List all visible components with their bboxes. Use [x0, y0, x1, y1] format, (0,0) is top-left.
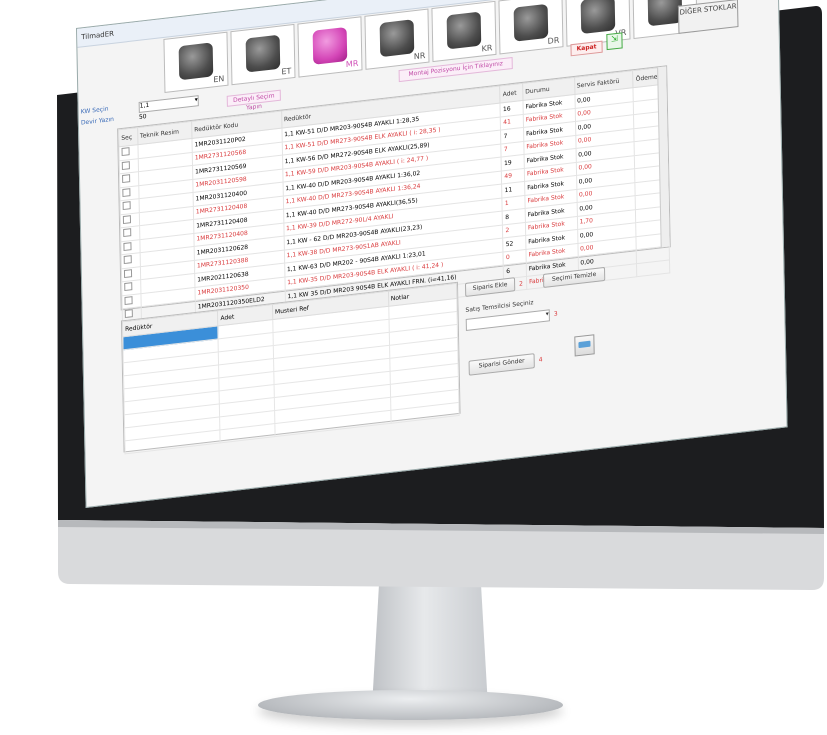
detail-select-button[interactable]: Detaylı Seçim Yapın — [226, 89, 281, 112]
chevron-down-icon: ▾ — [545, 310, 549, 318]
row-checkbox[interactable] — [122, 214, 132, 224]
row-checkbox[interactable] — [123, 255, 132, 265]
parallel-gearbox-icon — [513, 3, 549, 42]
app-window: TilmadER ENETMRNRKRDRVRPV DİĞER STOKLAR … — [76, 0, 788, 508]
order-panel: Siparis Ekle 2 Seçimi Temizle Satış Tems… — [464, 258, 668, 411]
other-stock-button[interactable]: DİĞER STOKLAR — [677, 0, 739, 34]
row-checkbox[interactable] — [122, 174, 131, 184]
product-code: ET — [281, 66, 292, 77]
row-checkbox[interactable] — [122, 201, 131, 211]
product-code: KR — [481, 43, 493, 54]
row-checkbox[interactable] — [123, 228, 132, 238]
product-tile-mr[interactable]: MR — [297, 16, 363, 78]
product-code: EN — [213, 74, 225, 85]
angle-gearbox-icon — [580, 0, 616, 35]
sales-rep-select[interactable]: ▾ — [465, 309, 550, 331]
close-button[interactable]: Kapat — [570, 40, 603, 57]
worm-gearbox-icon — [178, 42, 214, 81]
row-checkbox[interactable] — [121, 160, 130, 170]
row-checkbox[interactable] — [122, 187, 131, 197]
printer-icon[interactable] — [574, 334, 595, 357]
product-code: NR — [413, 50, 426, 62]
product-tile-kr[interactable]: KR — [431, 0, 497, 63]
product-code: DR — [547, 35, 560, 46]
kw-value: 1,1 — [139, 101, 150, 110]
clear-selection-button[interactable]: Seçimi Temizle — [542, 266, 606, 288]
row-checkbox[interactable] — [121, 147, 130, 157]
step-number-4: 4 — [538, 356, 543, 364]
helical-gearbox-icon — [312, 26, 348, 65]
row-checkbox[interactable] — [123, 241, 132, 251]
monitor-stand-base — [258, 690, 563, 720]
chevron-down-icon: ▾ — [194, 96, 198, 104]
product-tile-en[interactable]: EN — [163, 31, 229, 93]
send-order-button[interactable]: Siparisi Gönder — [468, 353, 535, 376]
product-tile-dr[interactable]: DR — [498, 0, 564, 55]
worm-gearbox-icon — [245, 34, 281, 73]
step-number-2: 2 — [519, 280, 524, 288]
row-checkbox[interactable] — [123, 268, 133, 278]
row-checkbox[interactable] — [124, 282, 133, 292]
planetary-gearbox-icon — [647, 0, 683, 27]
filter-labels: KW Seçin Devir Yazın — [81, 105, 114, 131]
other-stock-label: DİĞER STOKLAR — [679, 2, 737, 17]
product-code: MR — [345, 58, 359, 70]
monitor-stand-neck — [372, 585, 488, 707]
row-checkbox[interactable] — [124, 295, 133, 305]
rpm-label: Devir Yazın — [80, 115, 115, 127]
product-tile-nr[interactable]: NR — [364, 8, 430, 70]
inline-gearbox-icon — [379, 19, 415, 58]
excel-export-icon[interactable]: ⇲ — [606, 32, 623, 51]
add-order-button[interactable]: Siparis Ekle — [464, 277, 516, 297]
bevel-gearbox-icon — [446, 11, 482, 50]
step-number-3: 3 — [553, 310, 558, 318]
product-tile-et[interactable]: ET — [230, 23, 296, 86]
row-checkbox[interactable] — [124, 309, 133, 319]
window-title: TilmadER — [81, 29, 115, 42]
